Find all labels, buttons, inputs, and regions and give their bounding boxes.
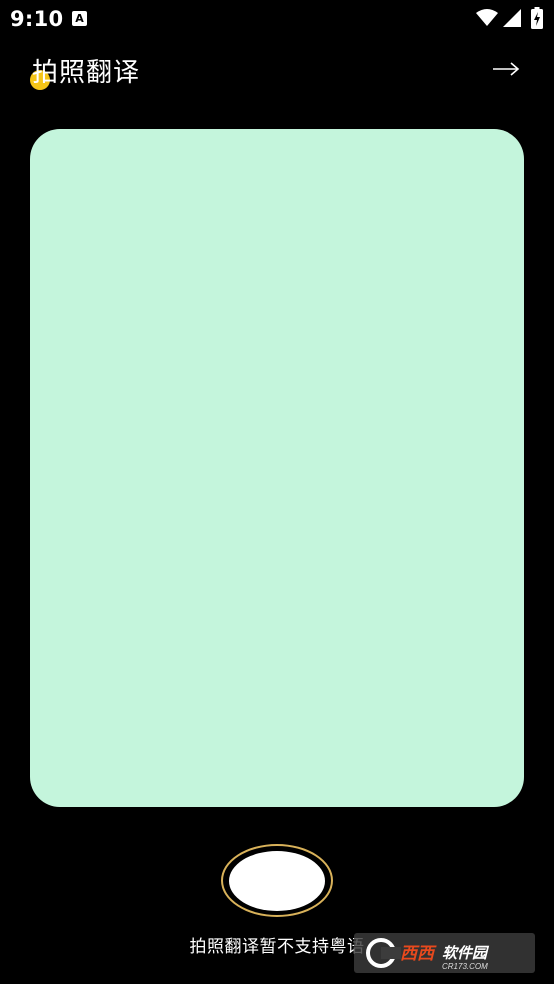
watermark-brand-part2: 软件园	[442, 945, 490, 962]
shutter-button[interactable]	[221, 844, 333, 917]
watermark-logo-graphic: 西西 软件园 CR173.COM	[366, 938, 490, 971]
a-badge-icon: A	[72, 11, 87, 26]
page-title: 拍照翻译	[32, 58, 141, 88]
status-time: 9:10	[10, 7, 64, 31]
watermark-brand-part1: 西西	[400, 944, 437, 963]
wifi-icon	[476, 9, 498, 26]
battery-charging-icon	[531, 7, 543, 29]
watermark-url: CR173.COM	[442, 962, 488, 971]
arrow-right-icon	[493, 62, 520, 76]
arrow-right-button[interactable]	[488, 54, 524, 84]
signal-icon	[503, 9, 521, 27]
camera-preview[interactable]	[30, 129, 524, 807]
status-bar: 9:10 A	[0, 0, 554, 38]
camera-translate-screen: 9:10 A 拍照翻译 拍照翻译暂不支持粤语 西西 软件园 CR173.COM	[0, 0, 554, 984]
watermark-logo: 西西 软件园 CR173.COM	[354, 933, 535, 973]
shutter-inner	[229, 850, 325, 911]
